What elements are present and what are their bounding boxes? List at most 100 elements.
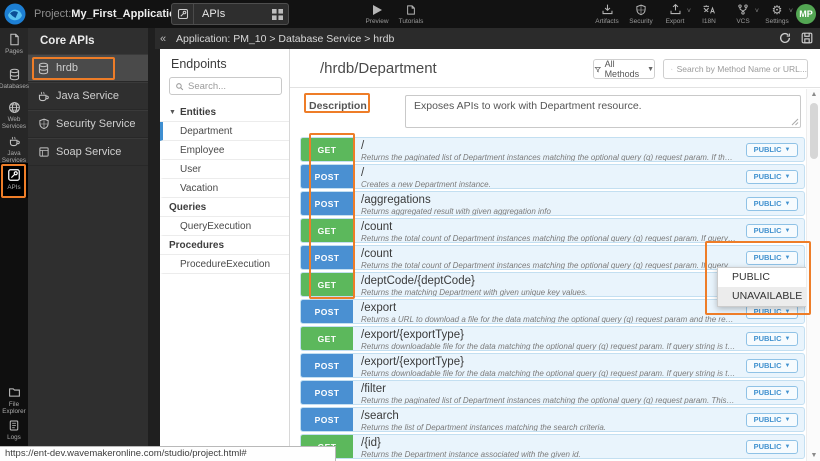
- user-avatar[interactable]: MP: [796, 4, 816, 24]
- scroll-up-icon[interactable]: ▲: [807, 91, 820, 98]
- page-title: /hrdb/Department: [320, 60, 437, 77]
- endpoints-search-input[interactable]: Search...: [169, 77, 282, 95]
- core-api-java-service[interactable]: Java Service: [28, 82, 148, 110]
- caret-down-icon: ▼: [784, 363, 790, 369]
- endpoint-row[interactable]: GET/countReturns the total count of Depa…: [300, 218, 805, 243]
- chevron-right-icon: ›: [158, 0, 163, 28]
- method-badge: POST: [301, 381, 353, 404]
- topbar-action-security[interactable]: Security: [624, 2, 658, 25]
- wavemaker-logo-icon[interactable]: [3, 2, 27, 26]
- endpoint-path: /count: [361, 221, 736, 233]
- topbar-action-preview[interactable]: Preview: [360, 2, 394, 25]
- endpoint-path: /{id}: [361, 437, 736, 449]
- endpoint-list-area: Description Exposes APIs to work with De…: [290, 89, 806, 461]
- endpoint-path: /aggregations: [361, 194, 736, 206]
- endpoints-section-procedures[interactable]: Procedures: [160, 236, 289, 255]
- tab-apis[interactable]: APIs: [171, 3, 289, 25]
- caret-down-icon: ▼: [784, 201, 790, 207]
- access-dropdown-button[interactable]: PUBLIC▼: [746, 251, 798, 265]
- resize-handle[interactable]: [791, 118, 799, 126]
- tab-apis-label: APIs: [194, 8, 266, 20]
- caret-down-icon: ▼: [784, 228, 790, 234]
- endpoint-item-employee[interactable]: Employee: [160, 141, 289, 160]
- endpoint-description: Returns the paginated list of Department…: [361, 153, 736, 162]
- access-dropdown-button[interactable]: PUBLIC▼: [746, 197, 798, 211]
- branch-icon: [737, 2, 749, 16]
- endpoint-path: /export/{exportType}: [361, 356, 736, 368]
- grid-icon[interactable]: [266, 9, 288, 20]
- rail-item-databases[interactable]: Databases: [0, 63, 28, 96]
- endpoint-row[interactable]: POST/filterReturns the paginated list of…: [300, 380, 805, 405]
- topbar-action-tutorials[interactable]: Tutorials: [394, 2, 428, 25]
- soap-icon: [37, 146, 50, 158]
- endpoints-title: Endpoints: [160, 49, 289, 77]
- endpoint-row[interactable]: POST/searchReturns the list of Departmen…: [300, 407, 805, 432]
- topbar-action-artifacts[interactable]: Artifacts: [590, 2, 624, 25]
- refresh-icon[interactable]: [778, 31, 792, 45]
- core-api-hrdb[interactable]: hrdb: [28, 54, 148, 82]
- methods-filter-dropdown[interactable]: All Methods▼: [593, 59, 655, 79]
- vertical-scrollbar[interactable]: ▲ ▼: [806, 89, 820, 461]
- topbar-action-settings[interactable]: ⚙Settings˅: [760, 2, 794, 25]
- endpoint-row[interactable]: POST/export/{exportType}Returns download…: [300, 353, 805, 378]
- endpoint-row[interactable]: GET/export/{exportType}Returns downloada…: [300, 326, 805, 351]
- gear-icon: ⚙: [772, 2, 783, 16]
- rail-item-java-services[interactable]: Java Services: [0, 130, 28, 163]
- collapse-panel-icon[interactable]: «: [155, 33, 171, 45]
- method-search-input[interactable]: Search by Method Name or URL...: [663, 59, 808, 79]
- main-content: /hrdb/Department All Methods▼ Search by …: [290, 49, 820, 461]
- dropdown-option-unavailable[interactable]: UNAVAILABLE: [718, 287, 806, 306]
- scroll-down-icon[interactable]: ▼: [807, 452, 820, 459]
- endpoint-description: Returns downloadable file for the data m…: [361, 342, 736, 351]
- left-rail: PagesDatabasesWeb ServicesJava ServicesA…: [0, 28, 28, 461]
- endpoint-description: Returns a URL to download a file for the…: [361, 315, 736, 324]
- caret-down-icon: ▼: [784, 444, 790, 450]
- rail-item-apis[interactable]: APIs: [0, 163, 28, 198]
- access-dropdown-button[interactable]: PUBLIC▼: [746, 224, 798, 238]
- rail-item-pages[interactable]: Pages: [0, 28, 28, 63]
- description-label: Description: [309, 100, 367, 112]
- endpoint-description: Returns aggregated result with given agg…: [361, 207, 736, 216]
- topbar-action-i18n[interactable]: I18N: [692, 2, 726, 25]
- endpoints-section-queries[interactable]: Queries: [160, 198, 289, 217]
- access-dropdown-button[interactable]: PUBLIC▼: [746, 359, 798, 373]
- endpoint-row[interactable]: POST/Creates a new Department instance.P…: [300, 164, 805, 189]
- rail-item-web-services[interactable]: Web Services: [0, 96, 28, 130]
- access-dropdown-button[interactable]: PUBLIC▼: [746, 332, 798, 346]
- rail-item-logs[interactable]: Logs: [0, 414, 28, 447]
- description-textarea[interactable]: Exposes APIs to work with Department res…: [405, 95, 801, 128]
- access-dropdown-menu: PUBLICUNAVAILABLE: [717, 267, 806, 307]
- chevron-down-icon: ˅: [789, 8, 793, 15]
- access-dropdown-button[interactable]: PUBLIC▼: [746, 170, 798, 184]
- access-dropdown-button[interactable]: PUBLIC▼: [746, 386, 798, 400]
- endpoints-section-entities[interactable]: ▼Entities: [160, 103, 289, 122]
- access-dropdown-button[interactable]: PUBLIC▼: [746, 413, 798, 427]
- core-api-security-service[interactable]: Security Service: [28, 110, 148, 138]
- dropdown-option-public[interactable]: PUBLIC: [718, 268, 806, 287]
- endpoint-item-queryexecution[interactable]: QueryExecution: [160, 217, 289, 236]
- method-badge: POST: [301, 192, 353, 215]
- endpoint-item-vacation[interactable]: Vacation: [160, 179, 289, 198]
- endpoint-item-user[interactable]: User: [160, 160, 289, 179]
- play-icon: [371, 2, 383, 16]
- endpoint-row[interactable]: GET/{id}Returns the Department instance …: [300, 434, 805, 459]
- access-dropdown-button[interactable]: PUBLIC▼: [746, 143, 798, 157]
- chevron-down-icon: ˅: [687, 8, 691, 15]
- endpoint-item-procedureexecution[interactable]: ProcedureExecution: [160, 255, 289, 274]
- scrollbar-thumb[interactable]: [810, 103, 818, 159]
- core-apis-title: Core APIs: [28, 28, 148, 54]
- endpoint-item-department[interactable]: Department: [160, 122, 289, 141]
- endpoint-description: Returns the matching Department with giv…: [361, 288, 736, 297]
- coffee-icon: [8, 135, 21, 148]
- endpoint-row[interactable]: GET/Returns the paginated list of Depart…: [300, 137, 805, 162]
- breadcrumb-bar: « Application: PM_10 > Database Service …: [155, 28, 820, 49]
- topbar-action-vcs[interactable]: VCS˅: [726, 2, 760, 25]
- topbar-action-export[interactable]: Export˅: [658, 2, 692, 25]
- access-dropdown-button[interactable]: PUBLIC▼: [746, 440, 798, 454]
- core-api-soap-service[interactable]: Soap Service: [28, 138, 148, 166]
- rail-item-file-explorer[interactable]: File Explorer: [0, 381, 28, 414]
- endpoint-row[interactable]: POST/aggregationsReturns aggregated resu…: [300, 191, 805, 216]
- api-icon: [7, 168, 21, 182]
- method-badge: GET: [301, 138, 353, 161]
- save-icon[interactable]: [800, 31, 814, 45]
